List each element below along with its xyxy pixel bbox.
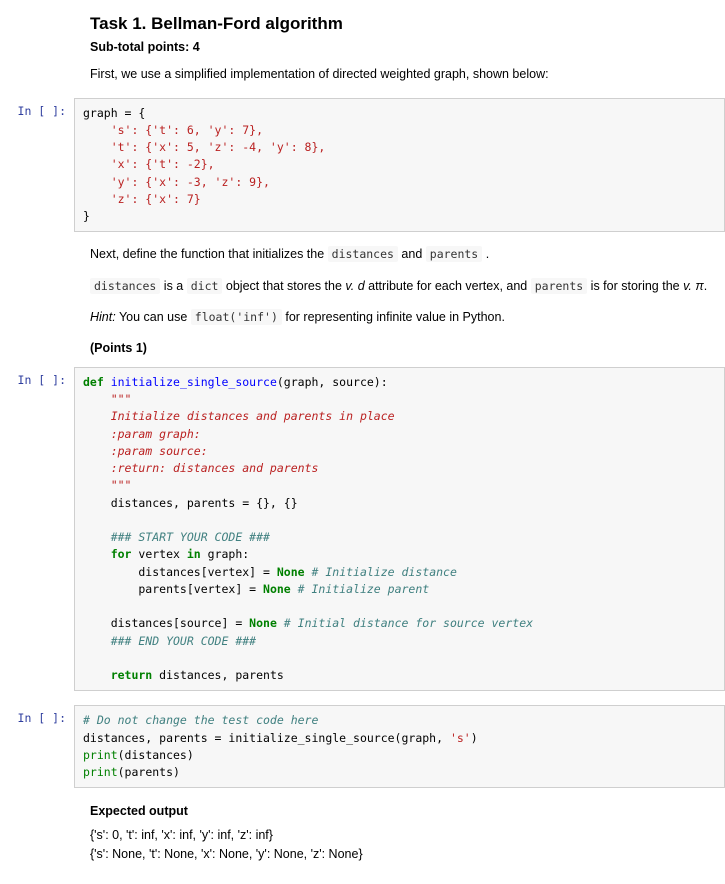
- expected-line-1: {'s': 0, 't': inf, 'x': inf, 'y': inf, '…: [90, 826, 711, 845]
- hint-paragraph: Hint: You can use float('inf') for repre…: [90, 309, 711, 327]
- code-float-inf: float('inf'): [191, 309, 282, 325]
- code-cell-1: In [ ]: graph = { 's': {'t': 6, 'y': 7},…: [0, 98, 725, 233]
- input-prompt: In [ ]:: [0, 98, 74, 118]
- code-dict: dict: [187, 278, 223, 294]
- expected-line-2: {'s': None, 't': None, 'x': None, 'y': N…: [90, 845, 711, 864]
- code-cell-3: In [ ]: # Do not change the test code he…: [0, 705, 725, 788]
- code-input[interactable]: graph = { 's': {'t': 6, 'y': 7}, 't': {'…: [74, 98, 725, 233]
- code-input[interactable]: # Do not change the test code here dista…: [74, 705, 725, 788]
- input-prompt: In [ ]:: [0, 705, 74, 725]
- code-distances-2: distances: [90, 278, 160, 294]
- code-parents: parents: [426, 246, 482, 262]
- expected-output-body: {'s': 0, 't': inf, 'x': inf, 'y': inf, '…: [90, 826, 711, 864]
- hint-label: Hint:: [90, 310, 116, 324]
- expected-output-title: Expected output: [90, 804, 711, 818]
- points-label: (Points 1): [90, 341, 711, 355]
- subtotal-points: Sub-total points: 4: [90, 40, 711, 54]
- code-cell-2: In [ ]: def initialize_single_source(gra…: [0, 367, 725, 692]
- intro-text: First, we use a simplified implementatio…: [90, 66, 711, 84]
- code-parents-2: parents: [531, 278, 587, 294]
- code-distances: distances: [328, 246, 398, 262]
- code-input[interactable]: def initialize_single_source(graph, sour…: [74, 367, 725, 692]
- task-title: Task 1. Bellman-Ford algorithm: [90, 14, 711, 34]
- markdown-cell-1: Task 1. Bellman-Ford algorithm Sub-total…: [0, 14, 725, 84]
- distances-paragraph: distances is a dict object that stores t…: [90, 278, 711, 296]
- input-prompt: In [ ]:: [0, 367, 74, 387]
- notebook-page: Task 1. Bellman-Ford algorithm Sub-total…: [0, 0, 725, 884]
- markdown-cell-2: Next, define the function that initializ…: [0, 246, 725, 355]
- next-paragraph: Next, define the function that initializ…: [90, 246, 711, 264]
- markdown-cell-3: Expected output {'s': 0, 't': inf, 'x': …: [0, 804, 725, 864]
